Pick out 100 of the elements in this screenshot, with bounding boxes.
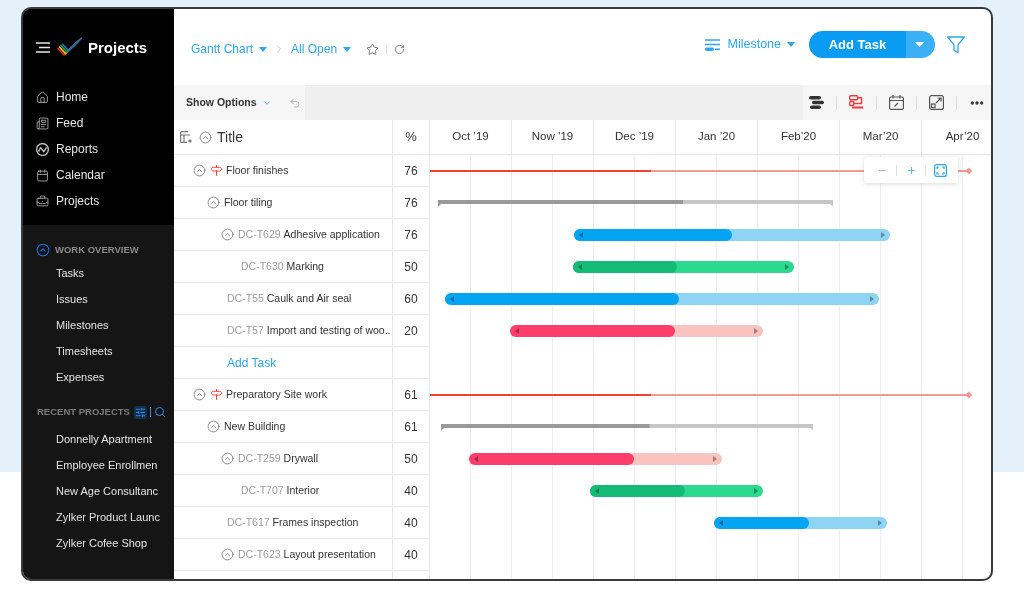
month-label: Dec ’19 — [615, 129, 654, 145]
sidebar-link[interactable]: Issues — [56, 290, 88, 308]
calendar-icon — [36, 168, 49, 182]
task-bar[interactable] — [469, 453, 722, 465]
project-link[interactable]: Donnelly Apartment — [56, 430, 152, 448]
star-icon[interactable] — [366, 42, 380, 56]
percent-value: 76 — [404, 226, 418, 244]
task-bar[interactable] — [713, 517, 887, 529]
month-label: Apr’20 — [945, 129, 980, 145]
percent-value: 40 — [404, 482, 418, 500]
nav-item[interactable]: Feed — [23, 110, 174, 136]
menu-icon[interactable] — [36, 41, 50, 53]
nav-item[interactable]: Reports — [23, 136, 174, 162]
percent-value: 76 — [404, 162, 418, 180]
diamond-icon[interactable] — [965, 167, 973, 175]
right-handle-icon[interactable] — [785, 264, 790, 270]
newspaper-icon — [36, 116, 49, 130]
project-link[interactable]: Employee Enrollmen — [56, 456, 158, 474]
task-title: Drywall — [283, 450, 319, 466]
plus-icon[interactable] — [905, 164, 917, 176]
task-list-title: New Building — [224, 418, 286, 434]
task-bar[interactable] — [572, 261, 795, 273]
task-id: DC-T629 — [238, 226, 281, 242]
signpost-icon — [210, 164, 223, 177]
house-icon — [36, 90, 49, 104]
sidebar-link[interactable]: Tasks — [56, 264, 85, 282]
project-link[interactable]: Zylker Product Launc — [56, 508, 160, 526]
section-title: RECENT PROJECTS — [37, 404, 130, 419]
signpost-icon — [210, 388, 223, 401]
undo-icon[interactable] — [288, 96, 301, 109]
app-title: Projects — [88, 39, 148, 55]
caret-icon — [914, 42, 924, 47]
briefcase-icon — [36, 194, 49, 208]
chevron-circle-icon[interactable] — [221, 228, 234, 241]
task-title: Import and testing of woo.. — [266, 322, 391, 338]
chevron-circle-icon[interactable] — [199, 130, 212, 144]
filter-icon[interactable] — [947, 35, 965, 54]
chevron-circle-icon[interactable] — [193, 388, 206, 401]
right-handle-icon[interactable] — [753, 328, 758, 334]
task-title: Marking — [286, 258, 324, 274]
right-handle-icon[interactable] — [753, 488, 758, 494]
percent-value: 60 — [404, 290, 418, 308]
nav-item[interactable]: Calendar — [23, 162, 174, 188]
left-handle-icon[interactable] — [474, 456, 479, 462]
stacked-bars-icon[interactable] — [809, 96, 824, 109]
task-bar[interactable] — [444, 293, 880, 305]
left-handle-icon[interactable] — [515, 328, 520, 334]
search-icon[interactable] — [153, 406, 166, 418]
project-link[interactable]: New Age Consultanc — [56, 482, 159, 500]
add-task-menu-button[interactable] — [906, 31, 935, 58]
task-id: DC-T55 — [227, 290, 264, 306]
diamond-icon[interactable] — [965, 391, 973, 399]
section-title: WORK OVERVIEW — [55, 242, 139, 257]
percent-value: 50 — [404, 258, 418, 276]
chevron-circle-icon[interactable] — [193, 164, 206, 177]
chevron-circle-icon[interactable] — [36, 243, 50, 257]
left-handle-icon[interactable] — [577, 264, 582, 270]
sidebar-link[interactable]: Milestones — [56, 316, 109, 334]
frame-corners-icon[interactable] — [933, 163, 947, 177]
task-id: DC-T57 — [227, 322, 264, 338]
nav-item[interactable]: Home — [23, 84, 174, 110]
left-handle-icon[interactable] — [449, 296, 454, 302]
sliders-icon[interactable] — [133, 405, 147, 419]
task-title: Adhesive application — [283, 226, 380, 242]
calendar-edit-icon[interactable] — [889, 95, 904, 110]
percent-value: 50 — [404, 450, 418, 468]
percent-value: 76 — [404, 194, 418, 212]
sidebar-link[interactable]: Expenses — [56, 368, 105, 386]
expand-square-icon[interactable] — [929, 95, 944, 110]
logo-icon — [57, 37, 83, 57]
show-options-dropdown[interactable]: Show Options — [186, 94, 272, 111]
task-list-title: Floor tiling — [224, 194, 273, 210]
right-handle-icon[interactable] — [870, 296, 875, 302]
task-id: DC-T707 — [241, 482, 284, 498]
project-link[interactable]: Zylker Cofee Shop — [56, 534, 148, 552]
milestone-title: Preparatory Site work — [226, 386, 327, 402]
caret-icon — [259, 46, 268, 52]
right-handle-icon[interactable] — [877, 520, 882, 526]
task-title: Frames inspection — [272, 514, 359, 530]
task-bar[interactable] — [589, 485, 763, 497]
right-handle-icon[interactable] — [881, 232, 885, 238]
left-handle-icon[interactable] — [579, 232, 584, 238]
task-bar[interactable] — [574, 229, 890, 241]
left-handle-icon[interactable] — [718, 520, 723, 526]
month-label: Jan ’20 — [697, 129, 736, 145]
right-handle-icon[interactable] — [712, 456, 717, 462]
sidebar-link[interactable]: Timesheets — [56, 342, 113, 360]
month-label: Oct ’19 — [452, 129, 489, 145]
chevron-circle-icon[interactable] — [221, 452, 234, 465]
flowchart-icon[interactable] — [849, 95, 864, 110]
column-header: Title — [217, 127, 243, 147]
task-bar[interactable] — [510, 325, 763, 337]
chevron-circle-icon[interactable] — [221, 548, 234, 561]
refresh-icon[interactable] — [394, 43, 406, 55]
caret-icon — [343, 46, 352, 52]
nav-item[interactable]: Projects — [23, 188, 174, 214]
left-handle-icon[interactable] — [594, 488, 599, 494]
table-icon[interactable] — [180, 131, 192, 143]
chevron-circle-icon[interactable] — [207, 196, 220, 209]
chevron-circle-icon[interactable] — [207, 420, 220, 433]
